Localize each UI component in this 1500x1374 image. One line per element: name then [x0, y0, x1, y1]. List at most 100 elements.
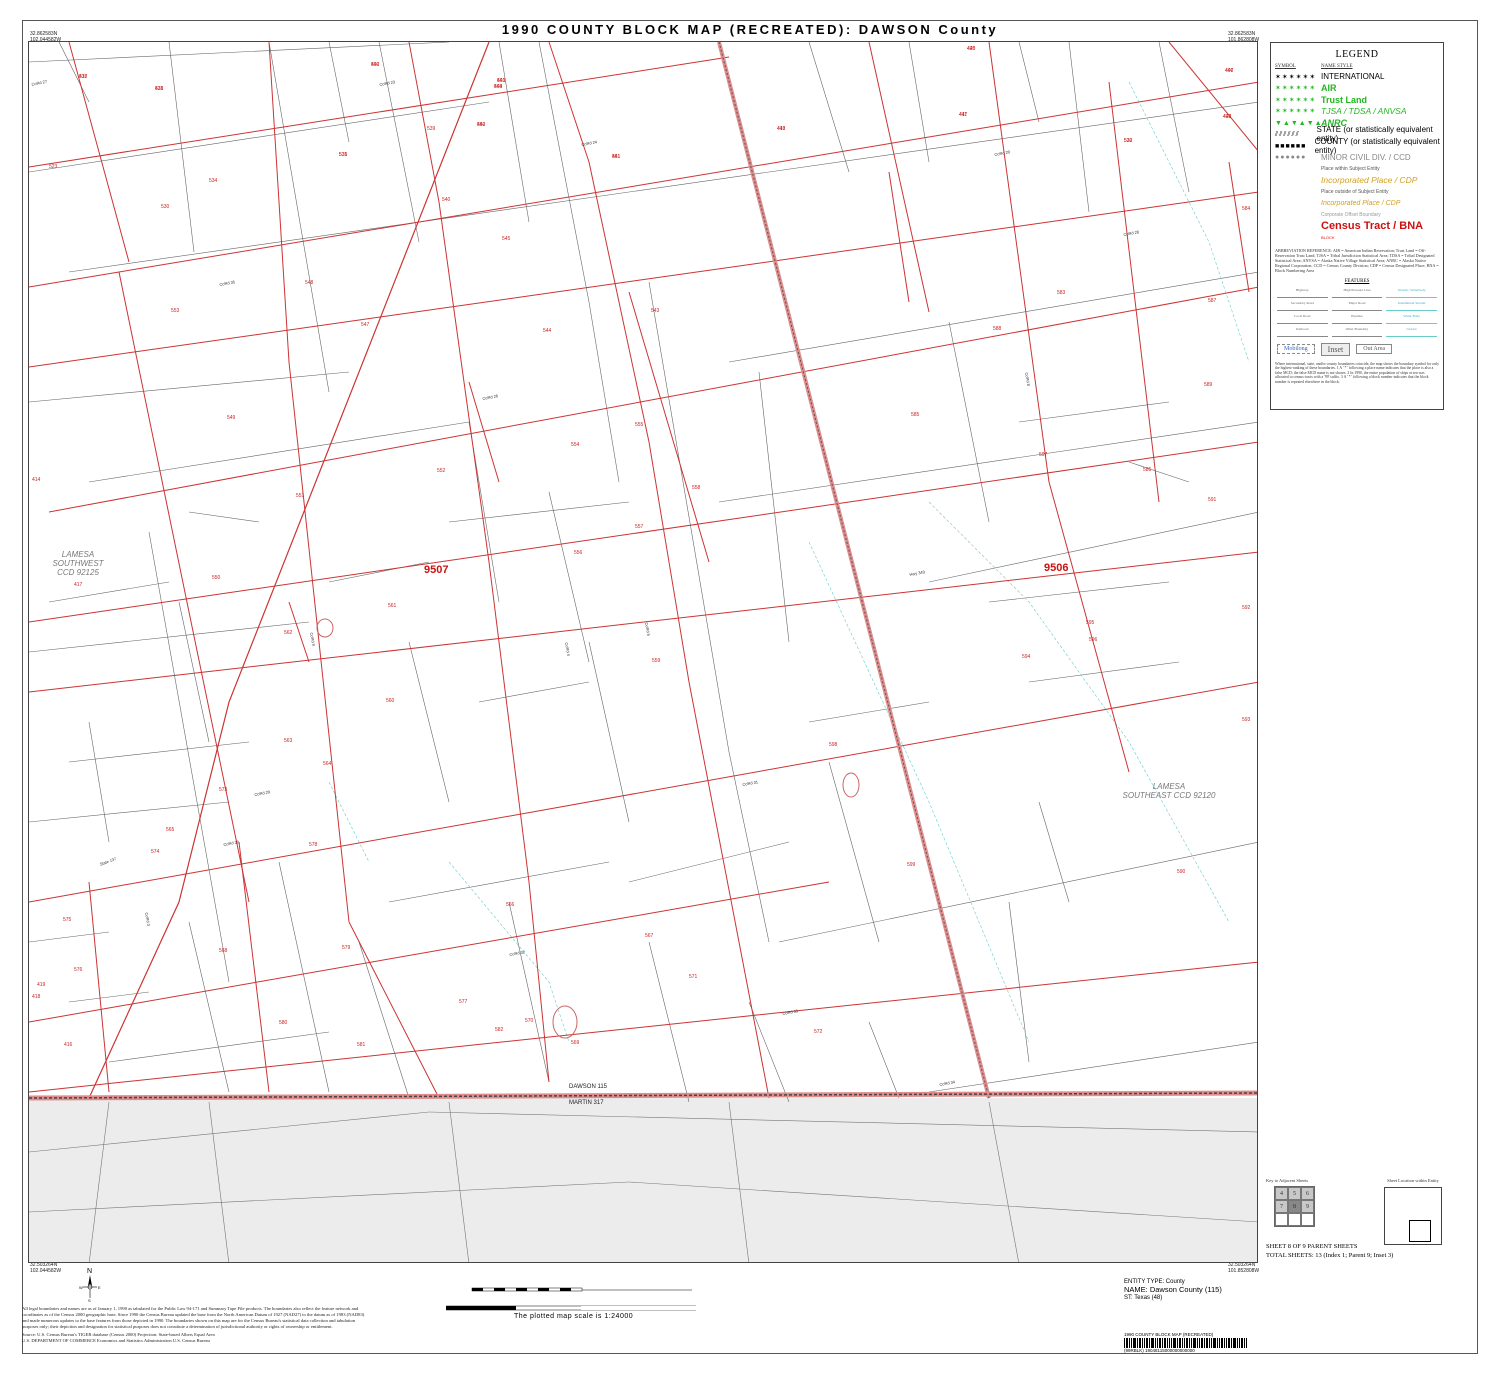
legend-symbol-icon: ⫽⫽⫽⫽⫽⫽: [1275, 129, 1300, 138]
block-number: 596: [1089, 637, 1098, 643]
block-number: 557: [635, 524, 644, 530]
key-cell[interactable]: 4: [1275, 1187, 1288, 1200]
svg-text:W: W: [79, 1285, 83, 1290]
legend-item-name: Place within Subject Entity: [1321, 165, 1380, 172]
block-number: 417: [74, 582, 83, 588]
key-cell[interactable]: 5: [1288, 1187, 1301, 1200]
ccd-label: LAMESA SOUTHWEST CCD 92125: [52, 550, 104, 577]
block-number: 562: [284, 630, 293, 636]
block-number: 444: [494, 84, 503, 90]
block-number: 574: [151, 849, 160, 855]
block-number: 592: [1242, 605, 1251, 611]
block-number: 416: [64, 1042, 73, 1048]
legend-item-name: Corporate Offset Boundary: [1321, 211, 1381, 218]
key-cell[interactable]: 7: [1275, 1200, 1288, 1213]
key-adjacent-sheets: Key to Adjacent Sheets 456789: [1266, 1178, 1346, 1227]
key-cell[interactable]: 6: [1301, 1187, 1314, 1200]
north-arrow-icon: N W E S: [78, 1266, 102, 1303]
block-number: 531: [339, 152, 348, 158]
block-number: 548: [305, 280, 314, 286]
block-number: 561: [388, 603, 397, 609]
block-number: 586: [1143, 467, 1152, 473]
legend-item-name: MINOR CIVIL DIV. / CCD: [1321, 152, 1411, 162]
block-number: 572: [814, 1029, 823, 1035]
corner-coord-br: 32.503264N 101.852808W: [1228, 1262, 1260, 1274]
block-number: 451: [612, 154, 621, 160]
block-number: 568: [219, 948, 228, 954]
legend-title: LEGEND: [1335, 49, 1379, 60]
block-number: 576: [74, 967, 83, 973]
key-cell[interactable]: [1275, 1213, 1288, 1226]
map-frame[interactable]: 537 538 502 501 503 420 407 411 422 413 542 541 520 5…: [28, 41, 1258, 1263]
block-number: 421: [155, 86, 164, 92]
location-frame: [1384, 1187, 1442, 1245]
map-title: 1990 COUNTY BLOCK MAP (RECREATED): DAWSO…: [501, 22, 999, 37]
legend-symbol-icon: ▼▲▼▲▼▲: [1275, 118, 1323, 127]
key-cell[interactable]: [1301, 1213, 1314, 1226]
feature-sample: High Pressure Line: [1331, 288, 1383, 298]
inset-box: Inset: [1320, 342, 1351, 356]
block-number: 449: [777, 126, 786, 132]
key-cell[interactable]: 8: [1288, 1200, 1301, 1213]
feature-sample: Local Road: [1277, 314, 1328, 324]
disclaimer-text: All legal boundaries and names are as of…: [22, 1306, 365, 1329]
legend-item: Incorporated Place / CDP: [1271, 175, 1443, 187]
block-number: 590: [1177, 869, 1186, 875]
feature-sample: Pipeline: [1331, 314, 1383, 324]
feature-sample: Secondary Road: [1277, 301, 1328, 311]
block-number: 419: [37, 982, 46, 988]
pond-icon: [552, 1005, 578, 1039]
block-number: 579: [342, 945, 351, 951]
key-cell[interactable]: [1288, 1213, 1301, 1226]
sheet-location: Sheet Location within Entity: [1378, 1178, 1448, 1245]
legend-item-name: BLOCK: [1321, 235, 1335, 241]
features-grid: Highway High Pressure Line Stream / Waterb…: [1271, 284, 1443, 341]
legend-symbol-icon: ✶✶✶✶✶✶: [1275, 72, 1317, 81]
block-number: 558: [692, 485, 701, 491]
legend-item: Corporate Offset Boundary: [1271, 209, 1443, 221]
block-number: 414: [32, 477, 41, 483]
legend-item-name: AIR: [1321, 83, 1337, 94]
block-number: 582: [495, 1027, 504, 1033]
block-number: 599: [907, 862, 916, 868]
legend-item: Census Tract / BNA: [1271, 220, 1443, 233]
block-number: 587: [1208, 298, 1217, 304]
pond-icon: [316, 618, 334, 638]
inset-row: Mobilong Inset Out Area: [1271, 341, 1443, 358]
block-number: 545: [502, 236, 511, 242]
block-boundaries: [29, 42, 1257, 1099]
legend-col-name: NAME STYLE: [1321, 64, 1353, 69]
block-number: 555: [635, 422, 644, 428]
sheet-info: SHEET 8 OF 9 PARENT SHEETS TOTAL SHEETS:…: [1266, 1242, 1393, 1260]
legend-item-name: Incorporated Place / CDP: [1321, 199, 1401, 207]
block-number: 523: [49, 164, 58, 170]
barcode: 1990 COUNTY BLOCK MAP (RECREATED) (99RBL…: [1124, 1332, 1248, 1353]
legend-symbol-icon: ✶✶✶✶✶✶: [1275, 107, 1317, 116]
block-number: 532: [1124, 138, 1133, 144]
sheet-info-line1: SHEET 8 OF 9 PARENT SHEETS: [1266, 1243, 1358, 1250]
block-number: 447: [959, 112, 968, 118]
out-area-box: Out Area: [1356, 344, 1393, 354]
agency-text: U.S. DEPARTMENT OF COMMERCE Economics an…: [22, 1338, 210, 1343]
block-number: 551: [296, 493, 305, 499]
block-number: 581: [357, 1042, 366, 1048]
pond-icon: [842, 772, 860, 798]
map-canvas: [29, 42, 1257, 1262]
legend-item: ✶✶✶✶✶✶ AIR: [1271, 83, 1443, 95]
entity-state: ST: Texas (48): [1124, 1295, 1163, 1301]
key-cell[interactable]: 9: [1301, 1200, 1314, 1213]
legend-symbol-icon: ✶✶✶✶✶✶: [1275, 84, 1317, 93]
legend-symbol-icon: ●●●●●●: [1275, 153, 1307, 162]
legend-symbol-icon: ✶✶✶✶✶✶: [1275, 95, 1317, 104]
feature-sample: Intermittent Stream: [1386, 301, 1437, 311]
block-number: 577: [459, 999, 468, 1005]
block-number: 588: [993, 326, 1002, 332]
legend-abbreviation: ABBREVIATION REFERENCE: AIR = American I…: [1275, 247, 1439, 273]
block-number: 585: [911, 412, 920, 418]
county-label-south: MARTIN 317: [569, 1100, 604, 1106]
block-number: 552: [437, 468, 446, 474]
legend-item-name: Census Tract / BNA: [1321, 220, 1424, 233]
county-label-north: DAWSON 115: [569, 1084, 608, 1090]
legend-item-name: Trust Land: [1321, 94, 1368, 105]
block-number: 564: [323, 761, 332, 767]
